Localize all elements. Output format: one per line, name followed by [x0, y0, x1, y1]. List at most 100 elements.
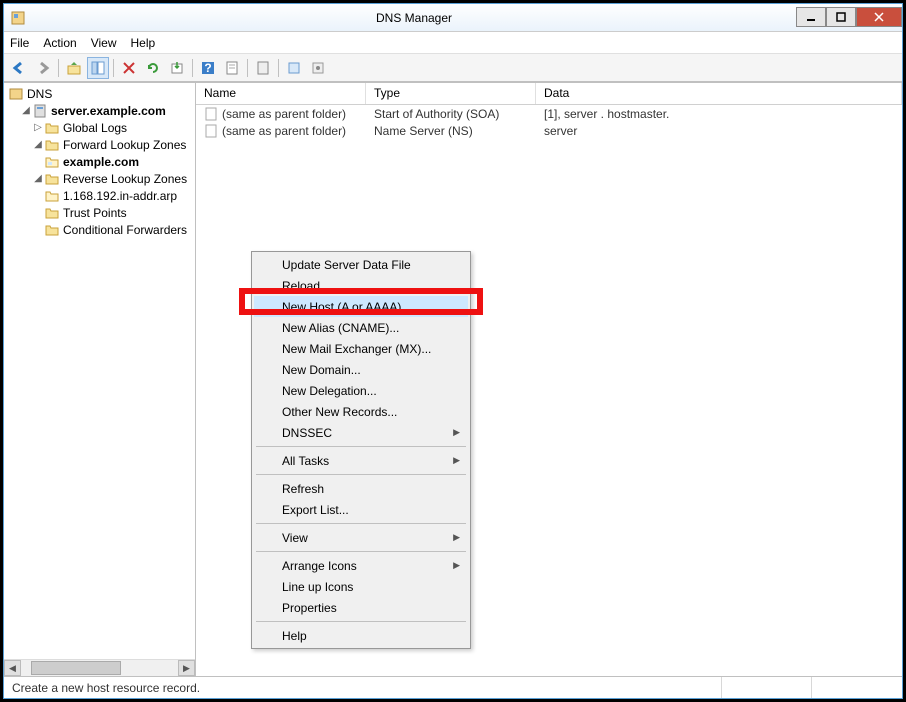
export-button[interactable] [166, 57, 188, 79]
status-cell [722, 677, 812, 698]
refresh-button[interactable] [142, 57, 164, 79]
cell-type: Start of Authority (SOA) [374, 107, 499, 121]
menu-new-alias[interactable]: New Alias (CNAME)... [254, 317, 468, 338]
collapse-icon[interactable]: ◢ [20, 105, 32, 116]
tree-conditional-forwarders[interactable]: Conditional Forwarders [8, 221, 195, 238]
status-cell [812, 677, 902, 698]
help-button[interactable]: ? [197, 57, 219, 79]
menu-properties[interactable]: Properties [254, 597, 468, 618]
tree-label: example.com [63, 155, 139, 169]
back-button[interactable] [8, 57, 30, 79]
menu-new-host[interactable]: New Host (A or AAAA)... [254, 296, 468, 317]
tree-global-logs[interactable]: ▷ Global Logs [8, 119, 195, 136]
menu-other-records[interactable]: Other New Records... [254, 401, 468, 422]
submenu-arrow-icon: ▶ [453, 455, 460, 466]
menu-dnssec[interactable]: DNSSEC▶ [254, 422, 468, 443]
column-data[interactable]: Data [536, 83, 902, 104]
menu-view[interactable]: View▶ [254, 527, 468, 548]
menu-separator [256, 446, 466, 447]
tree-pane[interactable]: DNS ◢ server.example.com ▷ Global Logs ◢… [4, 83, 196, 676]
menu-update-server-data[interactable]: Update Server Data File [254, 254, 468, 275]
menu-export[interactable]: Export List... [254, 499, 468, 520]
server-icon [32, 103, 48, 119]
properties-button[interactable] [221, 57, 243, 79]
content-area: DNS ◢ server.example.com ▷ Global Logs ◢… [4, 82, 902, 676]
tree-label: Trust Points [63, 206, 127, 220]
scroll-left-button[interactable]: ◀ [4, 660, 21, 676]
menu-separator [256, 474, 466, 475]
collapse-icon[interactable]: ◢ [32, 173, 44, 184]
tree-label: Global Logs [63, 121, 127, 135]
window-buttons [796, 8, 902, 27]
menu-refresh[interactable]: Refresh [254, 478, 468, 499]
tree-trust-points[interactable]: Trust Points [8, 204, 195, 221]
menu-action[interactable]: Action [43, 36, 76, 50]
tree-label: Forward Lookup Zones [63, 138, 186, 152]
menu-all-tasks[interactable]: All Tasks▶ [254, 450, 468, 471]
tree-server[interactable]: ◢ server.example.com [8, 102, 195, 119]
menu-label: View [282, 531, 308, 545]
forward-button[interactable] [32, 57, 54, 79]
column-type[interactable]: Type [366, 83, 536, 104]
menu-help[interactable]: Help [254, 625, 468, 646]
folder-icon [44, 205, 60, 221]
list-row[interactable]: (same as parent folder) Start of Authori… [196, 105, 902, 122]
tree-label: DNS [27, 87, 52, 101]
tree-root-dns[interactable]: DNS [8, 85, 195, 102]
up-button[interactable] [63, 57, 85, 79]
titlebar[interactable]: DNS Manager [4, 4, 902, 32]
submenu-arrow-icon: ▶ [453, 560, 460, 571]
list-header: Name Type Data [196, 83, 902, 105]
menu-new-delegation[interactable]: New Delegation... [254, 380, 468, 401]
app-window: DNS Manager File Action View Help ? [3, 3, 903, 699]
tree-label: 1.168.192.in-addr.arp [63, 189, 177, 203]
cell-name: (same as parent folder) [222, 124, 346, 138]
maximize-button[interactable] [826, 7, 856, 27]
scroll-right-button[interactable]: ▶ [178, 660, 195, 676]
list-row[interactable]: (same as parent folder) Name Server (NS)… [196, 122, 902, 139]
menu-file[interactable]: File [10, 36, 29, 50]
column-name[interactable]: Name [196, 83, 366, 104]
toolbar: ? [4, 54, 902, 82]
menu-help[interactable]: Help [131, 36, 156, 50]
record-icon [204, 107, 218, 121]
collapse-icon[interactable]: ◢ [32, 139, 44, 150]
tree-reverse-zones[interactable]: ◢ Reverse Lookup Zones [8, 170, 195, 187]
menu-new-mx[interactable]: New Mail Exchanger (MX)... [254, 338, 468, 359]
tree-forward-zones[interactable]: ◢ Forward Lookup Zones [8, 136, 195, 153]
menu-arrange-icons[interactable]: Arrange Icons▶ [254, 555, 468, 576]
menu-new-domain[interactable]: New Domain... [254, 359, 468, 380]
close-button[interactable] [856, 7, 902, 27]
tree-label: server.example.com [51, 104, 166, 118]
folder-icon [44, 171, 60, 187]
toolbar-separator [192, 59, 193, 77]
delete-button[interactable] [118, 57, 140, 79]
record-icon [204, 124, 218, 138]
zone-icon [44, 188, 60, 204]
scroll-track[interactable] [21, 660, 178, 676]
filter-button[interactable] [283, 57, 305, 79]
minimize-button[interactable] [796, 7, 826, 27]
folder-icon [44, 120, 60, 136]
tree-horizontal-scrollbar[interactable]: ◀ ▶ [4, 659, 195, 676]
list-pane[interactable]: Name Type Data (same as parent folder) S… [196, 83, 902, 676]
menu-reload[interactable]: Reload [254, 275, 468, 296]
options-button[interactable] [307, 57, 329, 79]
status-text: Create a new host resource record. [4, 677, 722, 698]
menubar: File Action View Help [4, 32, 902, 54]
show-hide-tree-button[interactable] [87, 57, 109, 79]
expand-icon[interactable]: ▷ [32, 122, 44, 133]
tree-zone-example[interactable]: example.com [8, 153, 195, 170]
menu-view[interactable]: View [91, 36, 117, 50]
toolbar-separator [58, 59, 59, 77]
tree-label: Reverse Lookup Zones [63, 172, 187, 186]
menu-separator [256, 621, 466, 622]
tree-reverse-zone-1[interactable]: 1.168.192.in-addr.arp [8, 187, 195, 204]
statusbar: Create a new host resource record. [4, 676, 902, 698]
dns-icon [8, 86, 24, 102]
menu-lineup-icons[interactable]: Line up Icons [254, 576, 468, 597]
new-record-button[interactable] [252, 57, 274, 79]
scroll-thumb[interactable] [31, 661, 121, 675]
folder-icon [44, 222, 60, 238]
submenu-arrow-icon: ▶ [453, 427, 460, 438]
